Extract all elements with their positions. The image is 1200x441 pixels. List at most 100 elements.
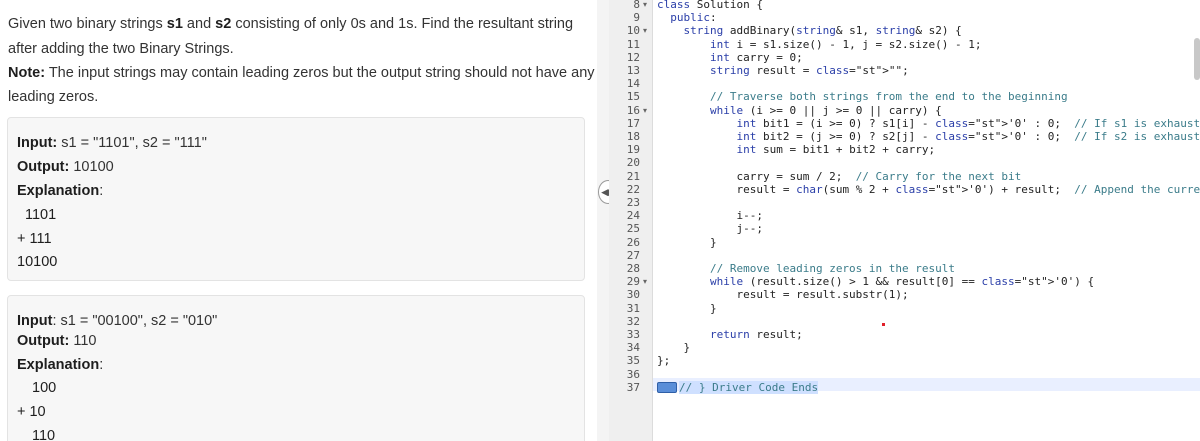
explanation-label: Explanation: [17, 357, 100, 373]
code-line[interactable]: }: [657, 302, 717, 315]
code-line[interactable]: carry = sum / 2; // Carry for the next b…: [657, 170, 1021, 183]
code-line[interactable]: string result = class="st">"";: [657, 64, 909, 77]
example-2-output: Output: 110: [17, 333, 97, 349]
explanation-label: Explanation: [17, 183, 100, 199]
example-2-explanation: Explanation:: [17, 357, 103, 373]
text: and: [182, 16, 216, 32]
example-2-input: Input: s1 = "00100", s2 = "010": [17, 313, 217, 329]
code-line[interactable]: result = char(sum % 2 + class="st">'0') …: [657, 183, 1200, 196]
line-number: 8: [633, 0, 640, 11]
line-number: 29: [626, 275, 640, 289]
problem-note-line2: leading zeros.: [8, 89, 99, 105]
line-number: 17: [626, 116, 640, 130]
code-line[interactable]: // } Driver Code Ends: [657, 380, 819, 394]
line-number: 37: [626, 380, 640, 394]
code-line[interactable]: i--;: [657, 209, 763, 222]
code-editor[interactable]: class Solution { public: string addBinar…: [653, 0, 1200, 441]
code-line[interactable]: // Traverse both strings from the end to…: [657, 90, 1068, 103]
output-label: Output:: [17, 159, 70, 175]
line-number: 21: [626, 169, 640, 183]
fold-toggle-icon[interactable]: ▾: [643, 104, 651, 117]
line-number: 25: [626, 222, 640, 236]
code-line[interactable]: int i = s1.size() - 1, j = s2.size() - 1…: [657, 38, 982, 51]
text: Given two binary strings: [8, 16, 167, 32]
problem-panel: Given two binary strings s1 and s2 consi…: [0, 0, 597, 441]
text: consisting of only 0s and 1s. Find the r…: [231, 16, 574, 32]
line-number: 36: [626, 367, 640, 381]
input-label: Input:: [17, 135, 58, 151]
line-number: 35: [626, 354, 640, 368]
panel-divider[interactable]: [597, 0, 609, 441]
fold-toggle-icon[interactable]: ▾: [643, 275, 651, 288]
code-line[interactable]: while (result.size() > 1 && result[0] ==…: [657, 275, 1094, 288]
line-number: 27: [626, 248, 640, 262]
code-line[interactable]: }: [657, 341, 690, 354]
code-line[interactable]: };: [657, 354, 670, 367]
code-line[interactable]: string addBinary(string& s1, string& s2)…: [657, 24, 962, 37]
line-number: 22: [626, 182, 640, 196]
line-number: 13: [626, 64, 640, 77]
fold-toggle-icon[interactable]: ▾: [643, 0, 651, 11]
problem-note: Note: The input strings may contain lead…: [8, 65, 595, 81]
example-1-line-1: 1101: [25, 207, 57, 223]
line-number: 33: [626, 328, 640, 341]
code-line[interactable]: int carry = 0;: [657, 51, 803, 64]
input-value: : s1 = "00100", s2 = "010": [52, 313, 218, 329]
example-2-line-2: + 10: [17, 404, 46, 420]
line-number: 16: [626, 103, 640, 117]
line-number: 14: [626, 77, 640, 91]
line-number: 15: [626, 90, 640, 104]
colon: :: [99, 183, 104, 199]
code-line[interactable]: j--;: [657, 222, 763, 235]
line-number-gutter: 8 ▾ 9 10 ▾ 11 12 13 14 15 16 ▾ 17 18 19 20 21 22 23 24 25 26 2…: [609, 0, 653, 441]
example-2-line-1: 100: [32, 380, 57, 396]
output-label: Output:: [17, 333, 70, 349]
code-line[interactable]: int bit1 = (i >= 0) ? s1[i] - class="st"…: [657, 117, 1200, 130]
example-1-output: Output: 10100: [17, 159, 114, 175]
line-number: 34: [626, 341, 640, 355]
code-line[interactable]: class Solution {: [657, 0, 763, 11]
example-box-2: Input: s1 = "00100", s2 = "010" Output: …: [7, 295, 585, 441]
code-line[interactable]: return result;: [657, 328, 803, 341]
line-number: 26: [626, 235, 640, 249]
example-2-line-3: 110: [32, 428, 56, 441]
line-number: 32: [626, 314, 640, 328]
problem-description-line2: after adding the two Binary Strings.: [8, 41, 234, 57]
colon: :: [99, 357, 104, 373]
code-line[interactable]: }: [657, 236, 717, 249]
line-number: 20: [626, 156, 640, 170]
fold-toggle-icon[interactable]: ▾: [643, 24, 651, 37]
line-number: 31: [626, 301, 640, 315]
code-line[interactable]: // Remove leading zeros in the result: [657, 262, 955, 275]
s1-bold: s1: [166, 16, 183, 32]
code-line[interactable]: int bit2 = (j >= 0) ? s2[j] - class="st"…: [657, 130, 1200, 143]
code-line[interactable]: public:: [657, 11, 716, 24]
editor-scrollbar[interactable]: [1194, 38, 1200, 80]
line-number: 30: [626, 288, 640, 302]
example-1-input: Input: s1 = "1101", s2 = "111": [17, 135, 207, 151]
code-line[interactable]: while (i >= 0 || j >= 0 || carry) {: [657, 104, 942, 117]
line-number: 24: [626, 209, 640, 223]
example-1-line-2: + 111: [17, 231, 52, 247]
example-1-explanation: Explanation:: [17, 183, 103, 199]
line-number: 23: [626, 196, 640, 209]
note-text: The input strings may contain leading ze…: [45, 65, 595, 81]
line-number: 18: [626, 130, 640, 143]
line-number: 11: [626, 37, 640, 51]
line-number: 19: [626, 143, 640, 157]
example-1-line-3: 10100: [17, 254, 58, 270]
fold-widget-icon[interactable]: [657, 382, 677, 394]
output-value: 110: [69, 333, 97, 349]
input-label: Input: [17, 313, 53, 329]
line-number: 10: [626, 24, 640, 38]
code-line[interactable]: int sum = bit1 + bit2 + carry;: [657, 143, 935, 156]
line-number: 12: [626, 50, 640, 64]
code-line[interactable]: result = result.substr(1);: [657, 288, 908, 301]
output-value: 10100: [69, 159, 114, 175]
line-number: 9: [633, 11, 640, 25]
s2-bold: s2: [215, 16, 232, 32]
note-label: Note:: [8, 65, 46, 81]
cursor-marker: [882, 323, 885, 326]
line-number: 28: [626, 262, 640, 275]
input-value: s1 = "1101", s2 = "111": [57, 135, 207, 151]
